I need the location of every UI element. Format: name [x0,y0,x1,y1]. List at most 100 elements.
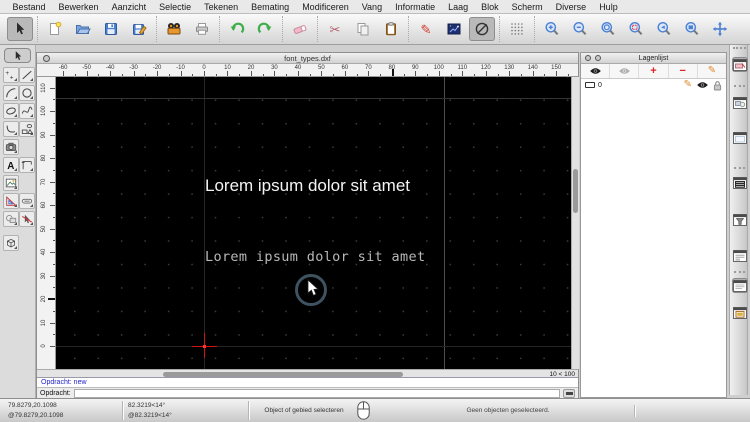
camera-tool-button[interactable] [3,139,19,155]
annotate-pencil-button[interactable]: ✎ [413,17,439,41]
no-snap-button[interactable] [469,17,495,41]
layer-row[interactable]: 0 ✎ [581,79,726,91]
copy-style-window-toggle[interactable] [732,95,748,110]
arc-tool-button[interactable] [3,85,19,101]
dimension-bar-tool-button[interactable] [19,193,35,209]
save-as-button[interactable] [126,17,152,41]
detail-list-window-toggle[interactable] [732,248,748,263]
ruler-cursor-marker [48,298,55,300]
select-tool-button[interactable] [4,48,31,63]
spline-tool-button[interactable] [19,103,35,119]
mouse-buttons-icon [357,401,370,422]
menu-tekenen[interactable]: Tekenen [198,0,245,14]
ellipse-tool-button[interactable] [3,103,19,119]
zoom-in-button[interactable] [539,17,565,41]
vertical-scrollbar[interactable] [571,77,579,369]
cut-button[interactable]: ✂ [322,17,348,41]
eraser-button[interactable] [287,17,313,41]
undo-button[interactable] [224,17,250,41]
menu-bestand[interactable]: Bestand [6,0,52,14]
menu-vang[interactable]: Vang [355,0,388,14]
menu-informatie[interactable]: Informatie [389,0,442,14]
detail-list-window-icon [732,249,747,262]
menu-bewerken[interactable]: Bewerken [52,0,105,14]
ruler-label: 100 [41,106,47,117]
copy-attributes-tool-button[interactable] [3,211,19,227]
plot-print-button[interactable] [161,17,187,41]
pan-icon [712,21,728,37]
command-input[interactable] [73,389,560,398]
text-window-toggle[interactable] [731,278,748,293]
preview-dark-button[interactable] [441,17,467,41]
filter-window-toggle[interactable] [732,212,748,227]
new-document-button[interactable] [42,17,68,41]
canvas-text-cad-font[interactable]: Lorem ipsum dolor sit amet [205,249,425,265]
zoom-selection-button[interactable] [679,17,705,41]
pan-button[interactable] [707,17,733,41]
page-setup-button[interactable] [189,17,215,41]
menu-modificeren[interactable]: Modificeren [296,0,356,14]
grid-toggle-button[interactable] [504,17,530,41]
paste-button[interactable] [378,17,404,41]
menu-diverse[interactable]: Diverse [549,0,593,14]
redline-select-tool-button[interactable] [19,211,35,227]
menu-bemating[interactable]: Bemating [245,0,296,14]
box-3d-tool-button[interactable] [3,235,19,251]
open-file-icon [75,21,91,37]
menu-scherm[interactable]: Scherm [505,0,549,14]
set-square-tool-button[interactable] [3,193,19,209]
freehand-curve-tool-button[interactable] [3,121,19,137]
document-title-bar[interactable]: font_types.dxf [37,53,578,64]
select-cursor-button[interactable] [7,17,33,41]
save-button[interactable] [98,17,124,41]
image-tool-button[interactable] [3,175,19,191]
grid-line-y100 [56,98,571,99]
copy-button[interactable] [350,17,376,41]
text-tool-button[interactable]: A [3,157,19,173]
dimension-tool-button[interactable] [19,157,35,173]
plot-print-icon [166,21,182,37]
main-toolbar: ✂ ✎ [0,14,750,45]
set-square-icon [5,195,17,207]
layer-edit-icon[interactable]: ✎ [684,80,692,90]
layer-list-window-toggle[interactable] [731,57,748,72]
line-tool-button[interactable] [19,67,35,83]
eraser-icon [292,21,308,37]
open-file-button[interactable] [70,17,96,41]
command-options-button[interactable] [563,389,575,398]
zoom-out-button[interactable] [567,17,593,41]
menu-hulp[interactable]: Hulp [593,0,625,14]
menu-selectie[interactable]: Selectie [153,0,198,14]
vertical-scrollbar-thumb[interactable] [573,169,578,213]
drawing-canvas[interactable]: Lorem ipsum dolor sit amet Lorem ipsum d… [56,77,571,369]
ruler-label: 50 [41,225,47,232]
canvas-text-sans[interactable]: Lorem ipsum dolor sit amet [205,176,410,196]
layer-swatch[interactable] [585,82,595,88]
zoom-extents-button[interactable] [595,17,621,41]
eye-hidden-button[interactable] [609,64,638,78]
dark-list-window-toggle[interactable] [732,175,748,190]
zoom-window-button[interactable] [623,17,649,41]
ruler-label: 20 [41,295,47,303]
eye-visible-button[interactable] [581,64,609,78]
layer-lock-icon[interactable] [713,80,722,91]
shapes-tool-button[interactable] [19,121,35,137]
image-window-toggle[interactable] [732,305,748,320]
edit-layer-button[interactable]: ✎ [696,64,726,78]
circle-tool-button[interactable] [19,85,35,101]
dimension-bar-icon [21,195,33,207]
save-icon [103,21,119,37]
zoom-previous-button[interactable] [651,17,677,41]
points-tool-button[interactable]: + + [3,67,19,83]
redo-button[interactable] [252,17,278,41]
horizontal-scrollbar-thumb[interactable] [163,371,403,377]
horizontal-scrollbar[interactable]: 10 < 100 [37,369,578,378]
menu-aanzicht[interactable]: Aanzicht [105,0,153,14]
layers-title-bar[interactable]: Lagenlijst [581,53,726,64]
remove-layer-button[interactable]: − [667,64,697,78]
add-layer-button[interactable]: + [638,64,667,78]
layer-visibility-icon[interactable] [696,81,709,89]
blank-window-toggle[interactable] [732,130,748,145]
menu-blok[interactable]: Blok [475,0,506,14]
menu-laag[interactable]: Laag [442,0,475,14]
